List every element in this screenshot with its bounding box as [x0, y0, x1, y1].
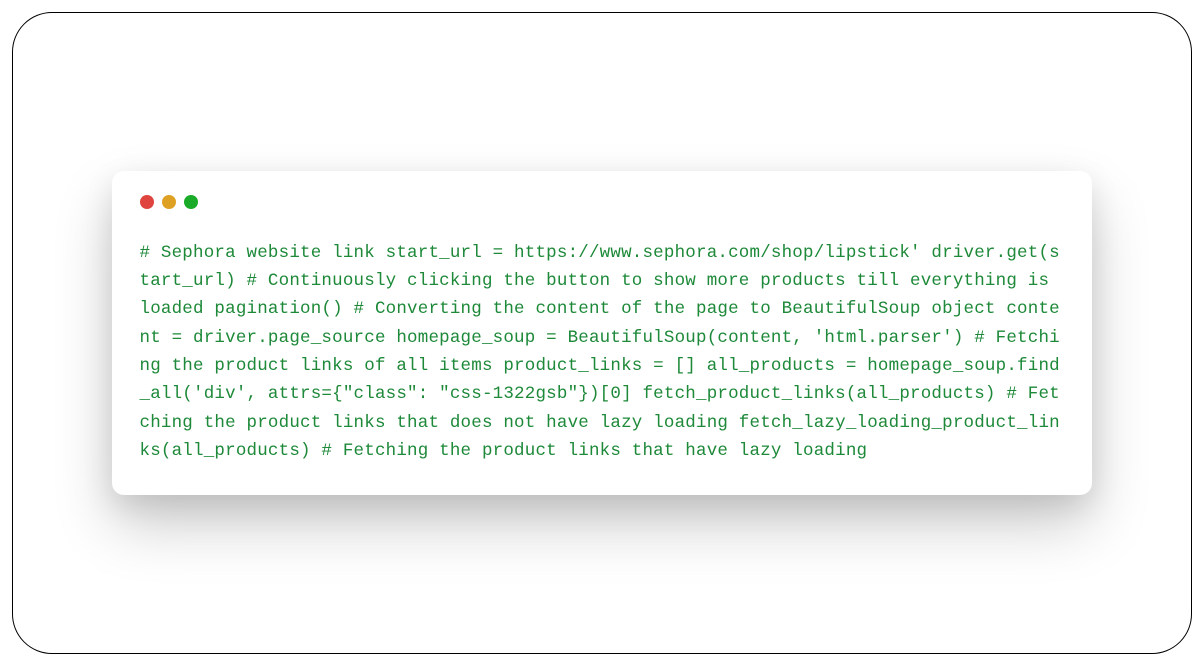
outer-frame: # Sephora website link start_url = https… [12, 12, 1192, 654]
code-window: # Sephora website link start_url = https… [112, 171, 1092, 496]
window-controls [140, 195, 1064, 209]
code-content: # Sephora website link start_url = https… [140, 239, 1064, 466]
maximize-icon [184, 195, 198, 209]
minimize-icon [162, 195, 176, 209]
close-icon [140, 195, 154, 209]
